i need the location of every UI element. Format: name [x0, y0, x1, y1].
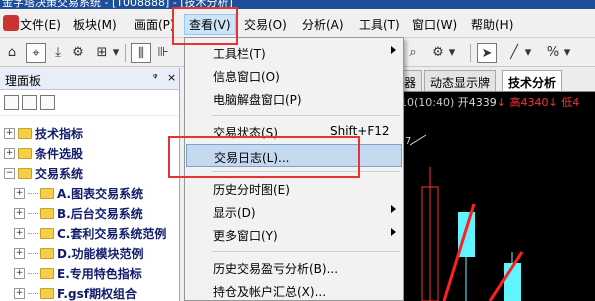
tree-item-gsf-options[interactable]: + F.gsf期权组合	[14, 285, 137, 301]
tab-technical-analysis[interactable]: 技术分析	[502, 70, 563, 91]
percent-icon[interactable]: %	[543, 43, 563, 63]
app-window: 金字塔决策交易系统 - [T008888] - [技术分析] 文件(E) 板块(…	[0, 0, 595, 301]
chevron-down-icon[interactable]: ▾	[561, 43, 573, 63]
panel-title: 理面板	[5, 74, 42, 88]
close-icon[interactable]: ×	[167, 71, 176, 84]
line-draw-icon[interactable]: ╱	[504, 43, 524, 63]
tab-dynamic-board[interactable]: 动态显示牌	[424, 70, 497, 91]
pin-icon[interactable]: ᵠ	[153, 71, 158, 84]
menu-separator	[212, 115, 400, 116]
toolbar-divider	[125, 44, 126, 62]
tree-item-arbitrage-examples[interactable]: + C.套利交易系统范例	[14, 225, 166, 245]
expand-icon[interactable]: +	[14, 288, 25, 299]
grid-layout-icon[interactable]: ⊞	[92, 43, 112, 63]
tree-item-trading-system[interactable]: − 交易系统	[4, 165, 83, 185]
open-file-icon[interactable]	[22, 95, 37, 110]
tree-item-function-modules[interactable]: + D.功能模块范例	[14, 245, 144, 265]
home-icon[interactable]: ⌂	[2, 43, 22, 63]
menu-item-pnl-analysis[interactable]: 历史交易盈亏分析(B)...	[186, 256, 402, 279]
tree-item-chart-trading[interactable]: + A.图表交易系统	[14, 185, 143, 205]
folder-icon	[40, 268, 54, 279]
download-icon[interactable]: ⤓	[48, 43, 68, 63]
tree-item-special-indicators[interactable]: + E.专用特色指标	[14, 265, 142, 285]
menu-separator	[212, 251, 400, 252]
menu-item-history-chart[interactable]: 历史分时图(E)	[186, 177, 402, 200]
folder-icon	[18, 148, 32, 159]
menu-bar: 文件(E) 板块(M) 画面(P) 查看(V) 交易(O) 分析(A) 工具(T…	[0, 9, 595, 38]
folder-icon	[40, 188, 54, 199]
tree-item-technical-indicators[interactable]: + 技术指标	[4, 125, 83, 145]
chevron-down-icon[interactable]: ▾	[446, 43, 458, 63]
menu-window[interactable]: 窗口(W)	[412, 16, 457, 33]
chevron-down-icon[interactable]: ▾	[110, 43, 122, 63]
gear-icon[interactable]: ⚙	[428, 43, 448, 63]
title-bar: 金字塔决策交易系统 - [T008888] - [技术分析]	[0, 0, 595, 9]
menu-item-info-window[interactable]: 信息窗口(O)	[186, 64, 402, 87]
zoom-icon[interactable]: ⌕	[403, 43, 423, 63]
expand-icon[interactable]: +	[14, 268, 25, 279]
submenu-arrow-icon	[391, 205, 396, 213]
new-file-icon[interactable]	[4, 95, 19, 110]
app-logo-icon	[3, 15, 19, 31]
settings-gear-icon[interactable]: ⚙	[68, 43, 88, 63]
toolbar-divider	[470, 44, 471, 62]
menu-analysis[interactable]: 分析(A)	[302, 16, 344, 33]
edit-file-icon[interactable]	[40, 95, 55, 110]
chart-type-icon[interactable]: ⊪	[153, 43, 173, 63]
folder-icon	[40, 248, 54, 259]
menu-item-more-windows[interactable]: 更多窗口(Y)	[186, 223, 402, 246]
expand-icon[interactable]: +	[14, 208, 25, 219]
annotation-box-view-menu	[172, 7, 238, 45]
menu-file[interactable]: 文件(E)	[20, 16, 61, 33]
tree-item-background-trading[interactable]: + B.后台交易系统	[14, 205, 143, 225]
folder-icon	[18, 128, 32, 139]
expand-icon[interactable]: +	[14, 188, 25, 199]
candlestick-icon[interactable]: ⫼	[131, 43, 151, 63]
menu-screen[interactable]: 画面(P)	[134, 16, 175, 33]
menu-help[interactable]: 帮助(H)	[471, 16, 513, 33]
folder-icon	[40, 288, 54, 299]
folder-open-icon	[18, 168, 32, 179]
menu-tools[interactable]: 工具(T)	[359, 16, 400, 33]
menu-block[interactable]: 板块(M)	[73, 16, 117, 33]
panel-toolbar	[0, 90, 179, 116]
collapse-icon[interactable]: −	[4, 168, 15, 179]
panel-header: 理面板 ᵠ ×	[0, 68, 179, 90]
menu-item-analysis-window[interactable]: 电脑解盘窗口(P)	[186, 87, 402, 110]
expand-icon[interactable]: +	[4, 128, 15, 139]
manager-panel: 理面板 ᵠ × + 技术指标 + 条件选股 − 交易系统 + A.图表交易系统 + B.后…	[0, 68, 180, 301]
submenu-arrow-icon	[391, 46, 396, 54]
menu-item-position-summary[interactable]: 持仓及帐户汇总(X)...	[186, 279, 402, 301]
chevron-down-icon[interactable]: ▾	[522, 43, 534, 63]
folder-icon	[40, 228, 54, 239]
expand-icon[interactable]: +	[14, 228, 25, 239]
menu-item-display[interactable]: 显示(D)	[186, 200, 402, 223]
document-tabs: 器 动态显示牌 技术分析	[398, 68, 595, 92]
tree-item-stock-screening[interactable]: + 条件选股	[4, 145, 83, 165]
chart-canvas	[409, 134, 524, 301]
candlestick-chart[interactable]: 10(10:40) 开4339↓ 高4340↓ 低4 7	[400, 92, 595, 301]
menu-trade[interactable]: 交易(O)	[244, 16, 287, 33]
annotation-box-trade-log	[168, 136, 360, 178]
submenu-arrow-icon	[391, 228, 396, 236]
cursor-arrow-icon[interactable]: ➤	[477, 43, 497, 63]
expand-icon[interactable]: +	[14, 248, 25, 259]
expand-icon[interactable]: +	[4, 148, 15, 159]
draw-pen-icon[interactable]: ⌖	[26, 43, 46, 63]
folder-icon	[40, 208, 54, 219]
trend-line	[409, 134, 427, 146]
